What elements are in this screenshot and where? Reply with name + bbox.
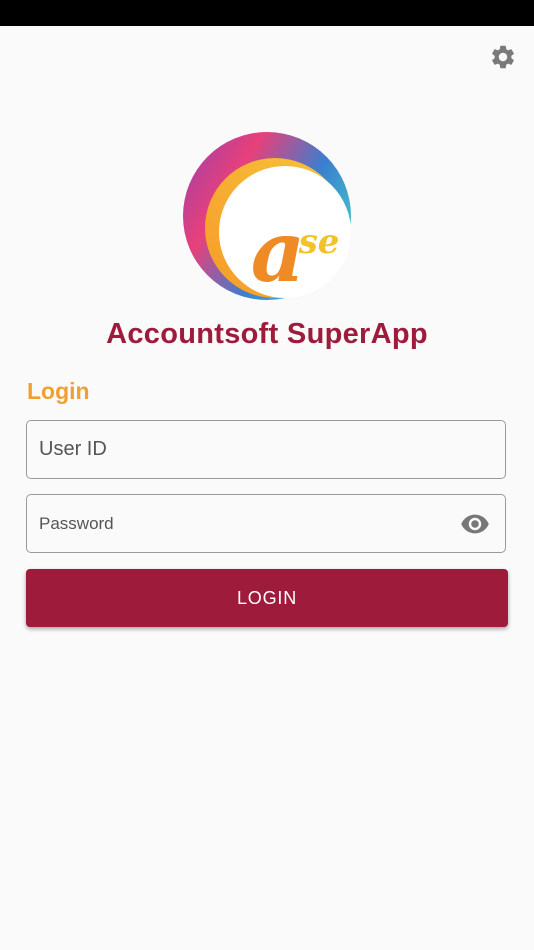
- show-password-toggle[interactable]: [459, 509, 491, 539]
- user-id-input[interactable]: [27, 421, 505, 478]
- app-logo: a se: [183, 132, 351, 301]
- password-input[interactable]: [27, 495, 505, 552]
- user-id-field[interactable]: [26, 420, 506, 479]
- eye-icon: [461, 514, 489, 534]
- login-heading: Login: [27, 378, 90, 404]
- status-bar: [0, 0, 534, 26]
- svg-text:se: se: [298, 222, 340, 262]
- app-title: Accountsoft SuperApp: [106, 318, 428, 350]
- settings-button[interactable]: [486, 40, 520, 74]
- login-button[interactable]: LOGIN: [26, 569, 508, 627]
- password-field[interactable]: [26, 494, 506, 553]
- logo-text: a: [251, 202, 305, 301]
- gear-icon: [492, 45, 514, 69]
